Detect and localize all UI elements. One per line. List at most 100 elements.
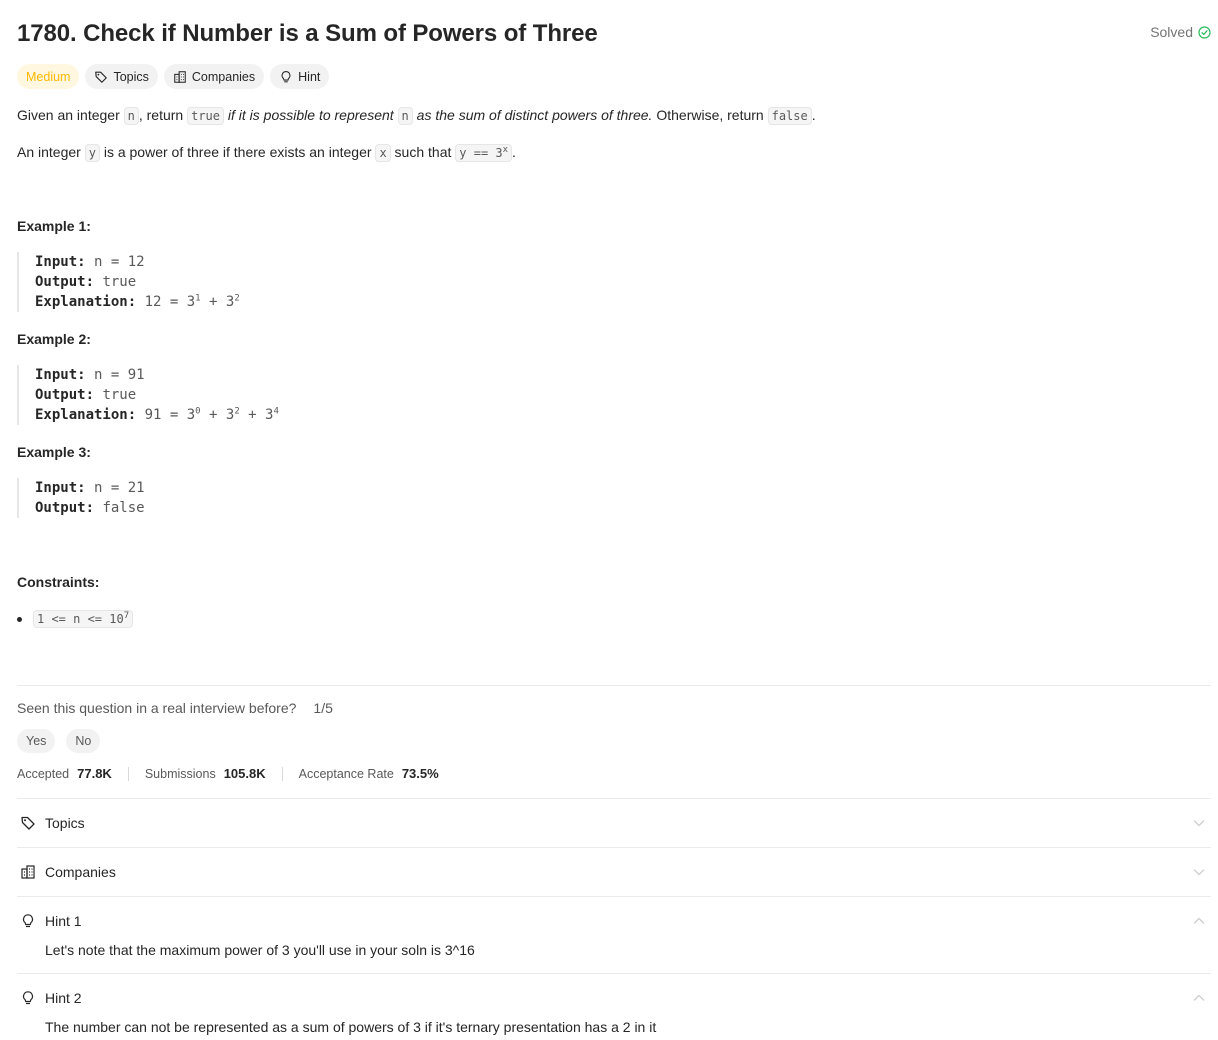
chevron-down-icon <box>1193 820 1205 827</box>
hint-2-accordion-header[interactable]: Hint 2 <box>17 986 1211 1010</box>
text: Otherwise, return <box>652 107 768 123</box>
value: n = 91 <box>94 367 145 383</box>
example-output: Output: false <box>35 498 145 518</box>
check-circle-icon <box>1198 25 1211 39</box>
constraints-title: Constraints: <box>17 574 100 590</box>
topics-tag-button[interactable]: Topics <box>85 64 158 89</box>
solved-status: Solved <box>1150 24 1211 40</box>
inline-code: false <box>767 107 812 125</box>
example-2-block: Input: n = 91 Output: true Explanation: … <box>17 365 279 425</box>
interview-question-row: Seen this question in a real interview b… <box>17 700 333 716</box>
topics-accordion-label: Topics <box>45 815 85 831</box>
value: true <box>102 274 137 290</box>
example-explanation: Explanation: 91 = 30 + 32 + 34 <box>35 405 279 425</box>
inline-code: n <box>123 107 139 125</box>
lightbulb-icon <box>19 912 37 930</box>
divider <box>17 973 1211 974</box>
superscript: 7 <box>123 611 130 621</box>
hint-tag-label: Hint <box>298 69 321 84</box>
text: , return <box>138 107 188 123</box>
superscript: x <box>502 145 509 155</box>
accepted-value: 77.8K <box>77 766 112 781</box>
solved-label: Solved <box>1150 24 1193 40</box>
inline-code: 1 <= n <= 107 <box>33 610 134 628</box>
code-text: y == 3 <box>459 146 503 160</box>
example-2-title: Example 2: <box>17 331 91 347</box>
companies-tag-button[interactable]: Companies <box>163 64 265 89</box>
building-icon <box>174 70 186 83</box>
stats-separator <box>127 766 129 781</box>
value: + 3 <box>200 294 235 310</box>
example-1-title: Example 1: <box>17 218 91 234</box>
value: false <box>102 500 145 516</box>
value: true <box>102 387 137 403</box>
text: . <box>811 107 816 123</box>
inline-code: true <box>187 107 225 125</box>
topics-tag-label: Topics <box>113 69 149 84</box>
title-row: 1780. Check if Number is a Sum of Powers… <box>17 18 1211 50</box>
code-text: 1 <= n <= 10 <box>37 612 124 626</box>
tag-bar: Medium Topics Companies Hint <box>17 64 330 89</box>
hint-1-label: Hint 1 <box>45 913 82 929</box>
value: 91 = 3 <box>144 407 196 423</box>
label: Output: <box>35 500 95 516</box>
companies-accordion-label: Companies <box>45 864 116 880</box>
hint-2-label: Hint 2 <box>45 990 82 1006</box>
accepted-label: Accepted <box>17 766 70 781</box>
text: . <box>512 144 516 160</box>
inline-code: y == 3x <box>455 144 513 162</box>
inline-code: y <box>84 144 100 162</box>
interview-count: 1/5 <box>313 700 333 716</box>
example-explanation: Explanation: 12 = 31 + 32 <box>35 292 240 312</box>
interview-answer-buttons: Yes No <box>17 729 101 753</box>
example-input: Input: n = 21 <box>35 478 145 498</box>
description-paragraph-2: An integer y is a power of three if ther… <box>17 142 516 163</box>
superscript: 4 <box>273 406 279 417</box>
label: Explanation: <box>35 407 137 423</box>
example-3-block: Input: n = 21 Output: false <box>17 478 145 518</box>
chevron-up-icon <box>1193 994 1205 1001</box>
label: Output: <box>35 387 95 403</box>
label: Input: <box>35 367 86 383</box>
chevron-up-icon <box>1193 917 1205 924</box>
hint-2-body: The number can not be represented as a s… <box>45 1019 657 1035</box>
yes-button[interactable]: Yes <box>17 729 56 753</box>
value: + 3 <box>200 407 235 423</box>
label: Input: <box>35 480 86 496</box>
problem-title[interactable]: 1780. Check if Number is a Sum of Powers… <box>17 18 1211 50</box>
example-output: Output: true <box>35 385 279 405</box>
text: such that <box>390 144 456 160</box>
hint-1-body: Let's note that the maximum power of 3 y… <box>45 942 475 958</box>
hint-tag-button[interactable]: Hint <box>270 64 330 89</box>
companies-accordion-header[interactable]: Companies <box>17 860 1211 884</box>
example-output: Output: true <box>35 272 240 292</box>
tag-icon <box>19 814 37 832</box>
acceptance-rate-value: 73.5% <box>401 766 439 781</box>
text: Given an integer <box>17 107 124 123</box>
bullet-icon <box>17 616 22 622</box>
no-button[interactable]: No <box>66 729 101 753</box>
submissions-value: 105.8K <box>223 766 266 781</box>
acceptance-rate-label: Acceptance Rate <box>298 766 394 781</box>
value: 12 = 3 <box>144 294 196 310</box>
text: An integer <box>17 144 85 160</box>
submissions-label: Submissions <box>144 766 216 781</box>
value: n = 12 <box>94 254 145 270</box>
value: + 3 <box>239 407 274 423</box>
label: Input: <box>35 254 86 270</box>
value: n = 21 <box>94 480 145 496</box>
topics-accordion-header[interactable]: Topics <box>17 811 1211 835</box>
divider <box>17 847 1211 848</box>
divider <box>17 896 1211 897</box>
hint-1-accordion-header[interactable]: Hint 1 <box>17 909 1211 933</box>
inline-code: x <box>375 144 391 162</box>
divider <box>17 798 1211 799</box>
companies-tag-label: Companies <box>191 69 256 84</box>
example-input: Input: n = 12 <box>35 252 240 272</box>
difficulty-badge: Medium <box>17 64 80 89</box>
tag-icon <box>95 71 108 83</box>
divider <box>17 685 1211 686</box>
text: is a power of three if there exists an i… <box>99 144 376 160</box>
lightbulb-icon <box>19 989 37 1007</box>
constraint-item: 1 <= n <= 107 <box>17 610 134 628</box>
